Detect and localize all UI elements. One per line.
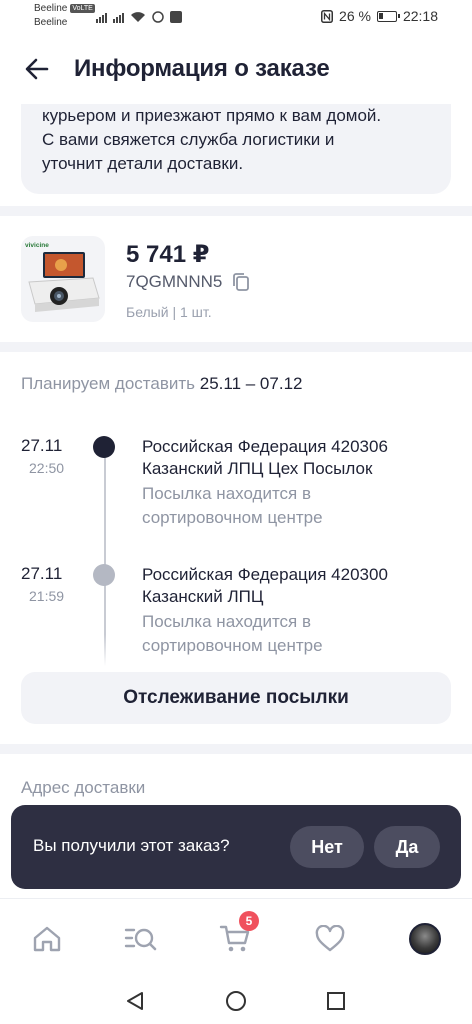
volte-badge: VoLTE: [70, 3, 95, 13]
bottom-nav: 5: [0, 898, 472, 976]
status-icons: [96, 9, 182, 23]
status-right: 26 % 22:18: [321, 8, 438, 24]
yes-button[interactable]: Да: [374, 826, 440, 868]
event-date: 27.11: [21, 436, 63, 455]
event-status-line: сортировочном центре: [142, 508, 323, 527]
event-place-line: Российская Федерация 420300: [142, 565, 388, 584]
info-line-1: курьером и приезжают прямо к вам домой.: [42, 106, 382, 125]
event-status: Посылка находится в сортировочном центре: [142, 482, 442, 530]
event-status-line: Посылка находится в: [142, 612, 312, 631]
nav-catalog[interactable]: [121, 919, 161, 959]
back-triangle-icon: [127, 992, 143, 1010]
product-image[interactable]: vivicine: [21, 236, 105, 322]
event-date: 27.11: [21, 564, 63, 583]
projector-image: vivicine: [25, 242, 100, 312]
product-price: 5 741 ₽: [126, 241, 210, 268]
signal-1-icon: [96, 13, 107, 23]
event-place: Российская Федерация 420306 Казанский ЛП…: [142, 436, 442, 480]
product-code: 7QGMNNN5: [126, 272, 223, 291]
info-line-2: С вами свяжется служба логистики и: [42, 130, 335, 149]
home-icon: [33, 926, 61, 952]
event-status-line: сортировочном центре: [142, 636, 323, 655]
clock: 22:18: [402, 8, 438, 24]
battery-percent: 26 %: [339, 8, 371, 24]
delivery-address-label: Адрес доставки: [21, 778, 146, 797]
carrier-2: Beeline: [34, 17, 68, 28]
cart-count-badge: 5: [239, 911, 259, 931]
carrier-info: Beeline VoLTE Beeline: [34, 2, 95, 30]
event-time: 22:50: [29, 460, 65, 476]
nav-cart[interactable]: 5: [215, 911, 259, 959]
track-parcel-button[interactable]: Отслеживание посылки: [21, 672, 451, 724]
app-header: Информация о заказе: [0, 34, 472, 104]
recents-square-icon: [327, 992, 345, 1010]
copy-icon[interactable]: [232, 272, 250, 292]
nav-profile[interactable]: [405, 919, 445, 959]
catalog-search-icon: [124, 928, 157, 951]
page-title: Информация о заказе: [74, 55, 330, 82]
nav-favorites[interactable]: [310, 919, 350, 959]
snackbar-question: Вы получили этот заказ?: [33, 836, 230, 855]
product-brand-logo: vivicine: [25, 242, 49, 249]
back-button[interactable]: [12, 44, 62, 94]
wifi-icon: [131, 12, 145, 22]
system-home-button[interactable]: [221, 986, 251, 1016]
carrier-1: Beeline: [34, 3, 68, 14]
nfc-icon: [321, 9, 334, 23]
event-place: Российская Федерация 420300 Казанский ЛП…: [142, 564, 442, 608]
order-received-snackbar: Вы получили этот заказ? Нет Да: [11, 805, 461, 889]
system-nav-bar: [0, 976, 472, 1024]
heart-icon: [315, 925, 345, 952]
event-place-line: Казанский ЛПЦ: [142, 587, 264, 606]
plan-dates: 25.11 – 07.12: [199, 374, 303, 393]
product-code-row: 7QGMNNN5: [126, 272, 250, 292]
section-divider: [0, 342, 472, 352]
product-item[interactable]: vivicine 5 741 ₽ 7QGMNNN5 Белый | 1 шт.: [21, 236, 451, 326]
system-back-button[interactable]: [120, 986, 150, 1016]
event-status-line: Посылка находится в: [142, 484, 312, 503]
timeline-dot: [93, 564, 115, 586]
delivery-info-card: курьером и приезжают прямо к вам домой. …: [21, 104, 451, 194]
event-status: Посылка находится в сортировочном центре: [142, 610, 442, 658]
delivery-plan: Планируем доставить 25.11 – 07.12: [21, 374, 302, 394]
timeline-dot-active: [93, 436, 115, 458]
whatsapp-icon: [152, 11, 164, 23]
status-bar: Beeline VoLTE Beeline 26 % 22:18: [0, 0, 472, 34]
plan-label: Планируем доставить: [21, 374, 196, 393]
section-divider: [0, 206, 472, 216]
home-circle-icon: [226, 991, 246, 1011]
no-button[interactable]: Нет: [290, 826, 364, 868]
system-recents-button[interactable]: [321, 986, 351, 1016]
section-divider: [0, 744, 472, 754]
app-notification-icon: [170, 11, 182, 23]
arrow-left-icon: [25, 58, 49, 80]
info-line-3: уточнит детали доставки.: [42, 154, 244, 173]
product-variant: Белый | 1 шт.: [126, 304, 212, 320]
profile-avatar: [409, 923, 441, 955]
nav-home[interactable]: [27, 919, 67, 959]
event-place-line: Российская Федерация 420306: [142, 437, 388, 456]
timeline-line: [104, 456, 106, 666]
signal-2-icon: [113, 13, 124, 23]
event-place-line: Казанский ЛПЦ Цех Посылок: [142, 459, 373, 478]
event-time: 21:59: [29, 588, 65, 604]
battery-icon: [376, 10, 400, 22]
